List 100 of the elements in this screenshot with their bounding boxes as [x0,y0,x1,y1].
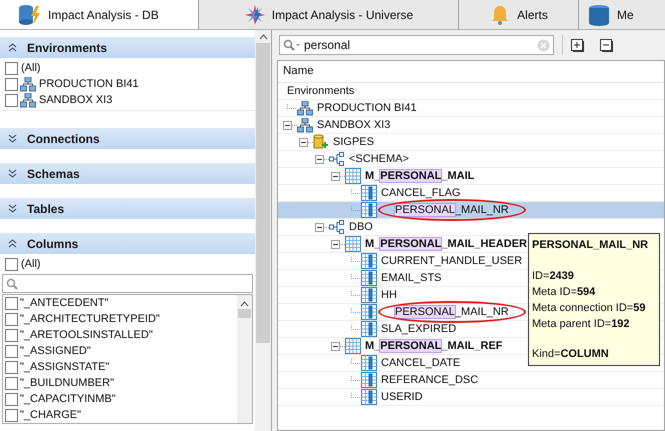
search-icon [283,39,301,51]
tab[interactable]: Alerts [458,0,578,29]
checkbox[interactable] [5,408,18,422]
column-header[interactable]: Name [278,61,664,83]
section-header[interactable]: Connections [0,128,256,149]
column-icon [361,253,377,269]
filter-option: PRODUCTION BI41 [39,76,139,92]
collapse-toggle-icon[interactable] [315,222,329,232]
tab[interactable]: Impact Analysis - Universe [198,0,458,29]
search-icon [6,278,18,290]
checkbox[interactable] [5,94,18,106]
table-icon [345,338,361,354]
checkbox[interactable] [5,312,18,326]
tree-label: CURRENT_HANDLE_USER [381,254,522,269]
tree-label: Environments [287,84,354,99]
column-icon [361,389,377,405]
tree-row[interactable]: M_PERSONAL_MAIL [278,168,664,185]
collapse-chevron-icon [8,43,17,52]
collapse-toggle-icon[interactable] [299,138,313,146]
filter-option: SANDBOX XI3 [39,92,112,108]
expand-chevron-icon [8,134,17,143]
tree-row[interactable]: Environments [278,83,664,100]
column-icon [361,270,377,286]
tree-label: SANDBOX XI3 [317,118,390,133]
section-header[interactable]: Schemas [0,163,256,184]
section-header[interactable]: Columns [0,233,256,254]
network-computers-icon [297,100,313,116]
expand-chevron-icon [8,204,17,213]
collapse-toggle-icon[interactable] [331,240,345,248]
tree-row[interactable]: SIGPES [278,134,664,151]
table-icon [345,168,361,184]
database-icon [313,134,329,150]
tree-label: USERID [381,390,423,405]
expand-all-icon[interactable] [571,38,584,52]
column-option: "_ARCHITECTURETYPEID" [20,310,160,328]
tree-label: SLA_EXPIRED [381,322,456,337]
checkbox[interactable] [5,328,18,342]
checkbox[interactable] [5,392,18,406]
tree-label: CANCEL_DATE [381,356,460,371]
scrollbar[interactable] [255,30,271,431]
column-option: "_CHARGE" [20,406,81,424]
tree-label: M_PERSONAL_MAIL_REF [365,338,503,354]
column-option: "_ASSIGNED" [20,342,91,360]
collapse-all-icon[interactable] [600,38,613,52]
checkbox[interactable] [5,258,18,270]
collapse-toggle-icon[interactable] [331,342,345,350]
collapse-toggle-icon[interactable] [283,120,297,130]
expand-chevron-icon [8,169,17,178]
scrollbar[interactable] [237,295,252,423]
tree-row[interactable]: <SCHEMA> [278,151,664,168]
checkbox[interactable] [5,376,18,390]
column-icon [361,185,377,201]
collapse-toggle-icon[interactable] [331,172,345,180]
sql-database-icon [587,4,611,26]
search-field[interactable]: personal [279,35,554,55]
tooltip-line: ID=2439 [532,268,575,284]
tree-label: <SCHEMA> [349,152,409,167]
checkbox[interactable] [5,62,18,74]
tree-label: DBO [349,220,373,235]
hierarchy-icon [329,220,345,234]
collapse-chevron-icon [8,239,17,248]
tab[interactable]: Impact Analysis - DB [0,0,198,29]
table-icon [345,236,361,252]
scrollbar-thumb[interactable] [238,309,252,318]
checkbox[interactable] [5,78,18,90]
tree-row[interactable]: PERSONAL_MAIL_NR [278,202,664,219]
scrollbar-thumb[interactable] [256,43,270,343]
column-option: "_CAPACITYINMB" [20,390,116,408]
tree-row[interactable]: USERID [278,389,664,406]
tree-row[interactable]: REFERANCE_DSC [278,372,664,389]
checkbox[interactable] [5,296,18,310]
section-header[interactable]: Tables [0,198,256,219]
column-icon [361,372,377,388]
tree-label: HH [381,288,397,303]
column-icon [361,287,377,303]
hierarchy-icon [329,152,345,166]
section-header[interactable]: Environments [0,37,256,58]
column-icon [361,202,377,218]
tree-label: M_PERSONAL_MAIL [365,168,474,184]
tree-row[interactable]: SANDBOX XI3 [278,117,664,134]
network-computers-icon [297,118,313,132]
column-icon [361,304,377,320]
tree-label: M_PERSONAL_MAIL_HEADER [365,236,527,252]
tree-label: PERSONAL_MAIL_NR [381,304,523,320]
tab[interactable]: Me [578,0,665,29]
filter-option: (All) [21,256,41,272]
tree-row[interactable]: PRODUCTION BI41 [278,100,664,117]
checkbox[interactable] [5,344,18,358]
tree-label: CANCEL_FLAG [381,186,460,201]
filter-option: (All) [21,60,41,76]
tooltip-line: Meta ID=594 [532,284,596,300]
tooltip-title: PERSONAL_MAIL_NR [532,238,650,253]
colorful-star-icon [244,4,266,26]
tree-label: SIGPES [333,134,374,150]
tree-label: REFERANCE_DSC [381,372,478,388]
collapse-toggle-icon[interactable] [315,154,329,164]
column-search-field[interactable] [2,274,254,293]
column-icon [361,321,377,337]
column-option: "_ARETOOLSINSTALLED" [20,326,153,344]
checkbox[interactable] [5,360,18,374]
